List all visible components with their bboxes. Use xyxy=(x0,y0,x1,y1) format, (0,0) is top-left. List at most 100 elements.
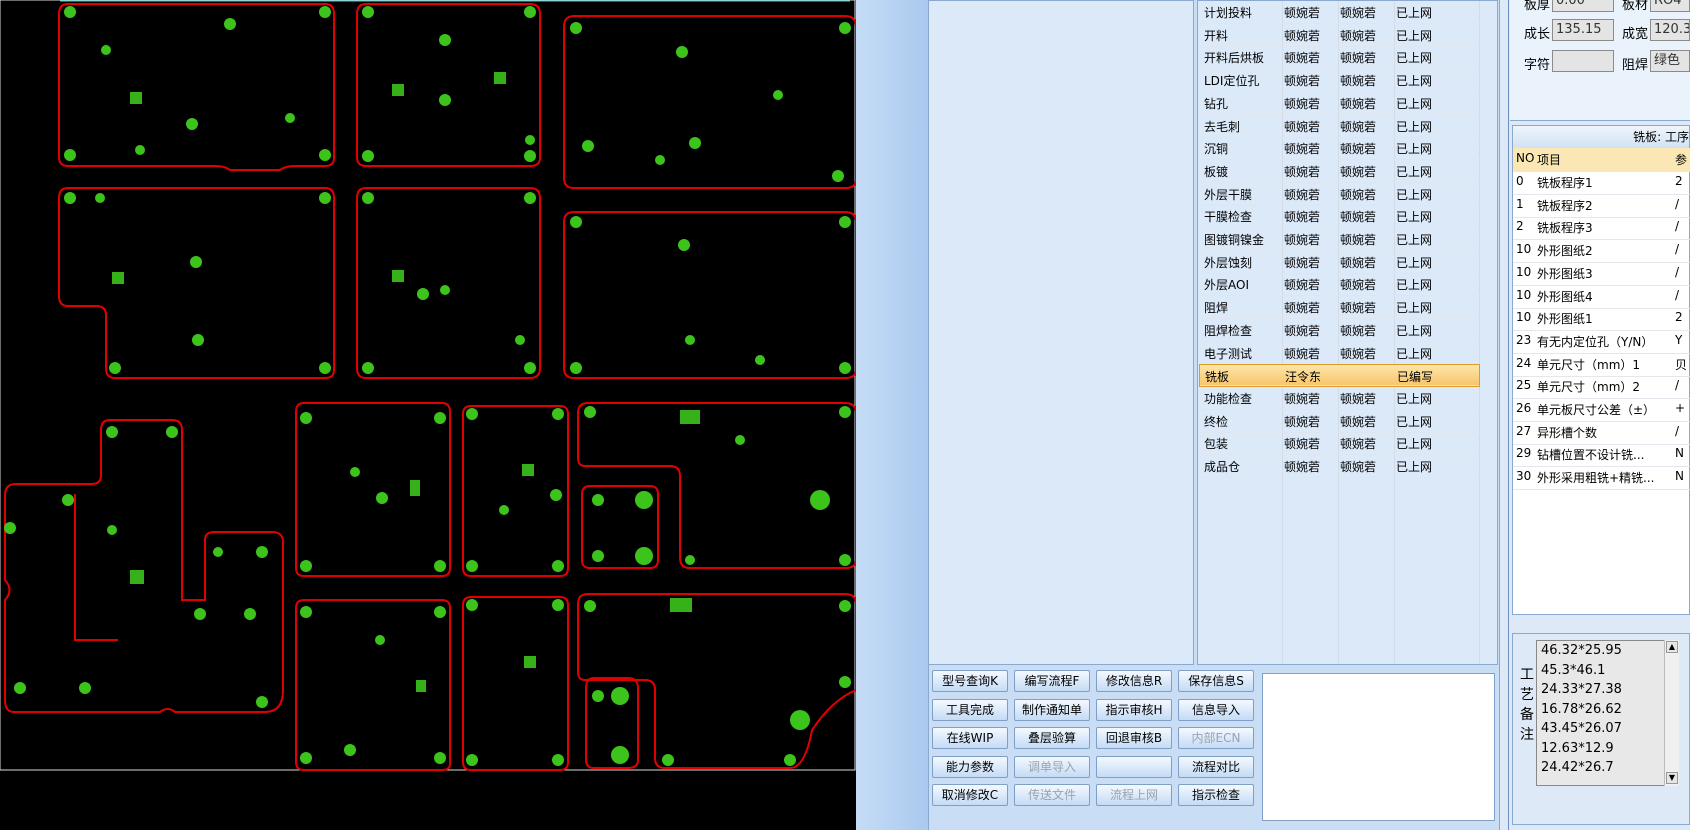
char-field[interactable] xyxy=(1552,50,1614,72)
param-row[interactable]: 10 外形图纸1 2 xyxy=(1513,307,1690,332)
note-item[interactable]: 43.45*26.07 xyxy=(1541,721,1622,736)
scroll-down-icon[interactable]: ▼ xyxy=(1666,772,1678,784)
width-field[interactable]: 120.34 xyxy=(1650,19,1690,41)
param-row[interactable]: 23 有无内定位孔（Y/N） Y xyxy=(1513,330,1690,354)
flow-row[interactable]: 钻孔 顿婉菪 顿婉菪 已上网 xyxy=(1199,92,1480,115)
flow-row[interactable]: 图镀铜镍金 顿婉菪 顿婉菪 已上网 xyxy=(1199,228,1480,251)
flow-cell-p1: 顿婉菪 xyxy=(1284,51,1321,66)
action-button[interactable]: 内部ECN xyxy=(1178,727,1254,750)
flow-row[interactable]: 电子测试 顿婉菪 顿婉菪 已上网 xyxy=(1199,342,1480,365)
note-item[interactable]: 46.32*25.95 xyxy=(1541,643,1622,658)
action-button[interactable]: 指示检查 xyxy=(1178,784,1254,807)
flow-row[interactable]: 干膜检查 顿婉菪 顿婉菪 已上网 xyxy=(1199,205,1480,229)
param-table[interactable]: 铣板: 工序 NO 项目 参 0 铣板程序1 2 1 铣板程序2 / 2 铣板程序3 / 10 外形… xyxy=(1512,125,1690,615)
action-button[interactable]: 流程上网 xyxy=(1096,784,1172,807)
note-item[interactable]: 24.33*27.38 xyxy=(1541,682,1622,697)
note-item[interactable]: 45.3*46.1 xyxy=(1541,663,1605,678)
param-cell-no: 0 xyxy=(1516,174,1524,188)
param-row[interactable]: 10 外形图纸2 / xyxy=(1513,239,1690,264)
thickness-field[interactable]: 0.00 xyxy=(1552,0,1614,12)
action-button[interactable]: 叠层验算 xyxy=(1014,727,1090,750)
flow-cell-step: 图镀铜镍金 xyxy=(1204,233,1265,247)
flow-row[interactable]: 外层AOI 顿婉菪 顿婉菪 已上网 xyxy=(1199,273,1480,297)
note-item[interactable]: 24.42*26.7 xyxy=(1541,760,1614,775)
param-row[interactable]: 24 单元尺寸（mm）1 贝 xyxy=(1513,353,1690,377)
flow-row[interactable]: 阻焊检查 顿婉菪 顿婉菪 已上网 xyxy=(1199,319,1480,342)
note-item[interactable]: 16.78*26.62 xyxy=(1541,702,1622,717)
flow-row[interactable]: 功能检查 顿婉菪 顿婉菪 已上网 xyxy=(1199,387,1480,410)
flow-row[interactable]: 外层干膜 顿婉菪 顿婉菪 已上网 xyxy=(1199,183,1480,206)
flow-row[interactable]: 开料后烘板 顿婉菪 顿婉菪 已上网 xyxy=(1199,46,1480,70)
action-button[interactable]: 回退审核B xyxy=(1096,727,1172,750)
flow-cell-p1: 顿婉菪 xyxy=(1284,460,1321,474)
param-cell-item: 铣板程序2 xyxy=(1537,198,1593,213)
action-button[interactable]: 信息导入 xyxy=(1178,698,1254,721)
param-row[interactable]: 0 铣板程序1 2 xyxy=(1513,171,1690,195)
flow-row[interactable]: 板镀 顿婉菪 顿婉菪 已上网 xyxy=(1199,160,1480,183)
action-button[interactable]: 修改信息R xyxy=(1096,670,1172,692)
flow-row[interactable]: 铣板 汪令东 已编写 xyxy=(1199,364,1480,388)
action-button[interactable]: 传送文件 xyxy=(1014,784,1090,807)
param-row[interactable]: 25 单元尺寸（mm）2 / xyxy=(1513,375,1690,400)
flow-cell-p1: 顿婉菪 xyxy=(1284,278,1321,293)
material-field[interactable]: RO4 xyxy=(1650,0,1690,12)
action-button[interactable]: 型号查询K xyxy=(932,670,1008,692)
length-field[interactable]: 135.15 xyxy=(1552,19,1614,41)
scroll-up-icon[interactable]: ▲ xyxy=(1666,641,1678,653)
notes-list[interactable]: 46.32*25.95 45.3*46.1 24.33*27.38 16.78*26.… xyxy=(1536,640,1676,786)
flow-cell-p2: 顿婉菪 xyxy=(1340,6,1377,20)
param-row[interactable]: 10 外形图纸3 / xyxy=(1513,262,1690,286)
action-button[interactable]: 在线WIP xyxy=(932,727,1008,750)
flow-row[interactable]: 开料 顿婉菪 顿婉菪 已上网 xyxy=(1199,24,1480,47)
param-row[interactable]: 29 钻槽位置不设计铣... N xyxy=(1513,443,1690,468)
info-text-area[interactable] xyxy=(1262,673,1495,821)
pcb-layout-viewer[interactable] xyxy=(0,0,856,830)
param-row[interactable]: 1 铣板程序2 / xyxy=(1513,194,1690,218)
action-button[interactable]: 工具完成 xyxy=(932,698,1008,721)
flow-cell-status: 已上网 xyxy=(1396,28,1433,43)
flow-row[interactable]: LDI定位孔 顿婉菪 顿婉菪 已上网 xyxy=(1199,69,1480,93)
action-button[interactable] xyxy=(1096,755,1172,778)
process-flow-list[interactable]: 计划投料 顿婉菪 顿婉菪 已上网 开料 顿婉菪 顿婉菪 已上网 开料后烘板 顿婉菪 顿婉菪 已上网 LD… xyxy=(1197,0,1498,665)
param-cell-no: 24 xyxy=(1516,355,1532,370)
flow-row[interactable]: 成品仓 顿婉菪 顿婉菪 已上网 xyxy=(1199,455,1480,478)
param-cell-item: 钻槽位置不设计铣... xyxy=(1537,448,1645,463)
action-button[interactable]: 编写流程F xyxy=(1014,670,1090,692)
flow-cell-status: 已上网 xyxy=(1396,187,1433,202)
param-row[interactable]: 30 外形采用粗铣+精铣... N xyxy=(1513,466,1690,491)
flow-cell-p1: 顿婉菪 xyxy=(1284,142,1321,157)
param-row[interactable]: 10 外形图纸4 / xyxy=(1513,285,1690,309)
flow-cell-p2: 顿婉菪 xyxy=(1340,391,1377,406)
action-button[interactable]: 保存信息S xyxy=(1178,670,1254,692)
param-row[interactable]: 27 异形槽个数 / xyxy=(1513,421,1690,445)
flow-cell-step: 铣板 xyxy=(1205,370,1230,385)
flow-row[interactable]: 去毛刺 顿婉菪 顿婉菪 已上网 xyxy=(1199,115,1480,138)
flow-row[interactable]: 计划投料 顿婉菪 顿婉菪 已上网 xyxy=(1199,1,1480,24)
flow-row[interactable]: 沉铜 顿婉菪 顿婉菪 已上网 xyxy=(1199,137,1480,161)
action-button[interactable]: 流程对比 xyxy=(1178,755,1254,778)
flow-cell-p2: 顿婉菪 xyxy=(1340,96,1377,111)
action-button[interactable]: 调单导入 xyxy=(1014,755,1090,778)
note-item[interactable]: 12.63*12.9 xyxy=(1541,741,1614,756)
action-button[interactable]: 指示审核H xyxy=(1096,698,1172,721)
flow-row[interactable]: 阻焊 顿婉菪 顿婉菪 已上网 xyxy=(1199,296,1480,320)
param-cell-no: 1 xyxy=(1516,196,1524,211)
mask-field[interactable]: 绿色 xyxy=(1650,50,1690,72)
flow-row[interactable]: 包装 顿婉菪 顿婉菪 已上网 xyxy=(1199,432,1480,456)
notes-scrollbar[interactable]: ▲ ▼ xyxy=(1664,640,1679,786)
flow-cell-status: 已上网 xyxy=(1396,51,1433,66)
flow-cell-step: 阻焊检查 xyxy=(1204,323,1253,338)
flow-cell-status: 已上网 xyxy=(1396,96,1433,111)
param-row[interactable]: 26 单元板尺寸公差（±） + xyxy=(1513,398,1690,422)
param-cell-val: + xyxy=(1675,401,1686,415)
splitter-strip[interactable] xyxy=(856,0,928,830)
flow-row[interactable]: 终检 顿婉菪 顿婉菪 已上网 xyxy=(1199,410,1480,433)
action-button[interactable]: 能力参数 xyxy=(932,755,1008,778)
flow-cell-p2: 顿婉菪 xyxy=(1340,51,1377,66)
flow-cell-p2: 顿婉菪 xyxy=(1340,255,1377,270)
flow-row[interactable]: 外层蚀刻 顿婉菪 顿婉菪 已上网 xyxy=(1199,251,1480,274)
action-button[interactable]: 取消修改C xyxy=(932,784,1008,807)
param-cell-item: 异形槽个数 xyxy=(1537,425,1598,440)
param-row[interactable]: 2 铣板程序3 / xyxy=(1513,216,1690,241)
action-button[interactable]: 制作通知单 xyxy=(1014,698,1090,721)
